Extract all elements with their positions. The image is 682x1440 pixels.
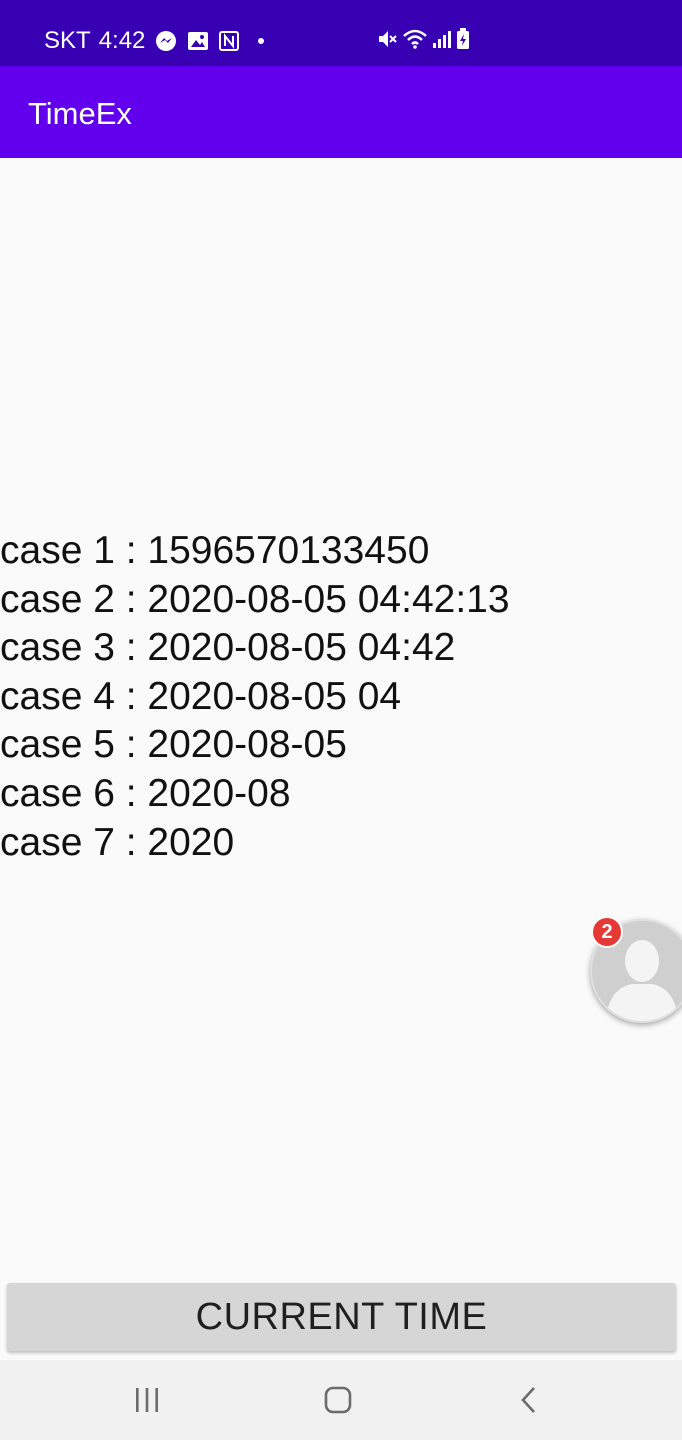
back-button[interactable] bbox=[479, 1360, 579, 1440]
case-line-7: case 7 : 2020 bbox=[0, 820, 235, 864]
clock: 4:42 bbox=[98, 27, 146, 54]
signal-icon bbox=[432, 29, 452, 54]
back-icon bbox=[521, 1387, 535, 1413]
current-time-button[interactable]: CURRENT TIME bbox=[7, 1283, 676, 1351]
home-icon bbox=[324, 1386, 352, 1414]
home-button[interactable] bbox=[288, 1360, 388, 1440]
battery-charging-icon bbox=[456, 27, 470, 55]
case-line-5: case 5 : 2020-08-05 bbox=[0, 723, 347, 767]
navigation-bar bbox=[0, 1360, 682, 1440]
case-list: case 1 : 1596570133450 case 2 : 2020-08-… bbox=[0, 527, 510, 867]
nfc-icon bbox=[219, 31, 240, 51]
mute-icon bbox=[376, 28, 398, 55]
recents-button[interactable] bbox=[97, 1360, 197, 1440]
recents-icon bbox=[136, 1388, 158, 1412]
app-title: TimeEx bbox=[28, 96, 132, 131]
case-line-4: case 4 : 2020-08-05 04 bbox=[0, 674, 402, 718]
case-line-6: case 6 : 2020-08 bbox=[0, 771, 291, 815]
carrier-label: SKT bbox=[44, 27, 91, 54]
wifi-icon bbox=[402, 28, 428, 55]
messenger-icon bbox=[155, 30, 177, 52]
notification-badge: 2 bbox=[591, 916, 623, 948]
dot-icon bbox=[257, 37, 265, 45]
case-line-2: case 2 : 2020-08-05 04:42:13 bbox=[0, 577, 510, 621]
status-bar: SKT 4:42 bbox=[0, 0, 682, 66]
case-line-3: case 3 : 2020-08-05 04:42 bbox=[0, 626, 456, 670]
app-bar: TimeEx bbox=[0, 66, 682, 158]
gallery-icon bbox=[187, 30, 209, 52]
case-line-1: case 1 : 1596570133450 bbox=[0, 529, 430, 572]
chat-head-bubble[interactable]: 2 bbox=[590, 916, 682, 1023]
